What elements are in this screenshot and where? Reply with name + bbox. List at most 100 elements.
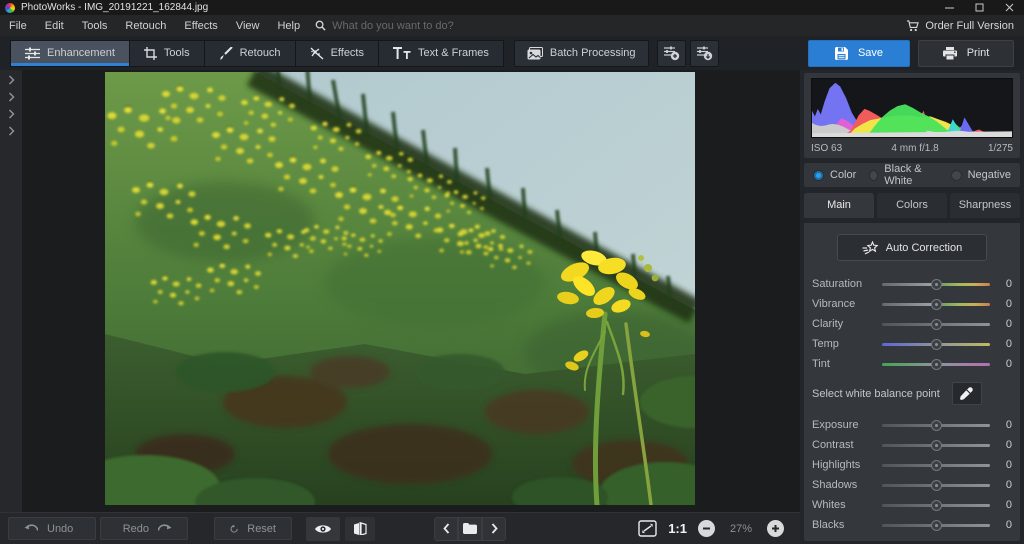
menu-item[interactable]: View <box>227 20 269 32</box>
panel-tabs: MainColorsSharpness <box>804 193 1020 218</box>
menu-item[interactable]: Retouch <box>116 20 175 32</box>
expand-chevron-icon[interactable] <box>8 126 15 136</box>
slider-track[interactable] <box>882 459 990 472</box>
slider-value: 0 <box>998 358 1012 370</box>
menu-item[interactable]: Help <box>268 20 309 32</box>
panel-tab[interactable]: Colors <box>877 193 947 218</box>
slider-handle[interactable] <box>931 440 942 451</box>
chevron-left-icon <box>443 523 450 534</box>
tab-effects[interactable]: Effects <box>296 40 379 67</box>
minimize-button[interactable] <box>934 0 964 15</box>
next-photo-button[interactable] <box>482 517 506 541</box>
slider-value: 0 <box>998 479 1012 491</box>
sliders-download-icon <box>696 46 713 61</box>
preset-history-button[interactable] <box>690 40 719 67</box>
previous-photo-button[interactable] <box>434 517 458 541</box>
slider-label: Exposure <box>812 419 882 431</box>
slider-handle[interactable] <box>931 520 942 531</box>
color-mode-radio[interactable]: Black & White <box>869 163 937 187</box>
minus-icon <box>702 524 711 533</box>
slider-handle[interactable] <box>931 339 942 350</box>
white-balance-label: Select white balance point <box>812 388 940 400</box>
open-folder-button[interactable] <box>458 517 482 541</box>
order-full-version-button[interactable]: Order Full Version <box>906 20 1024 32</box>
color-mode-radio[interactable]: Color <box>813 169 856 181</box>
search-icon <box>315 20 326 31</box>
slider-track[interactable] <box>882 298 990 311</box>
menu-item[interactable]: Tools <box>73 20 117 32</box>
cart-icon <box>906 20 919 32</box>
expand-chevron-icon[interactable] <box>8 92 15 102</box>
preview-original-button[interactable] <box>306 517 340 541</box>
tab-enhancement[interactable]: Enhancement <box>10 40 130 67</box>
slider-handle[interactable] <box>931 480 942 491</box>
magic-wand-icon <box>310 47 324 60</box>
zoom-out-button[interactable] <box>698 520 715 537</box>
folder-icon <box>463 523 477 534</box>
plus-icon <box>771 524 780 533</box>
search-box[interactable]: What do you want to do? <box>315 20 454 32</box>
menu-item[interactable]: File <box>0 20 36 32</box>
slider-track[interactable] <box>882 358 990 371</box>
slider-value: 0 <box>998 278 1012 290</box>
sliders-plus-icon <box>663 46 680 61</box>
slider-handle[interactable] <box>931 460 942 471</box>
auto-correction-button[interactable]: Auto Correction <box>837 234 987 261</box>
fit-screen-icon[interactable] <box>638 520 657 537</box>
before-after-compare-button[interactable] <box>345 517 375 541</box>
main-adjustments: Auto Correction Saturation 0 Vibrance <box>804 223 1020 541</box>
panel-tab[interactable]: Main <box>804 193 874 218</box>
save-button[interactable]: Save <box>808 40 910 67</box>
menu-item[interactable]: Effects <box>175 20 226 32</box>
sliders-icon <box>25 47 40 60</box>
histogram-chart <box>811 78 1013 138</box>
slider-value: 0 <box>998 419 1012 431</box>
adjustment-slider-row: Vibrance 0 <box>812 294 1012 314</box>
maximize-button[interactable] <box>964 0 994 15</box>
slider-label: Vibrance <box>812 298 882 310</box>
reset-button[interactable]: Reset <box>214 517 292 540</box>
expand-chevron-icon[interactable] <box>8 75 15 85</box>
slider-handle[interactable] <box>931 359 942 370</box>
tab-retouch[interactable]: Retouch <box>205 40 296 67</box>
redo-button[interactable]: Redo <box>100 517 188 540</box>
slider-handle[interactable] <box>931 299 942 310</box>
tab-text-frames[interactable]: Text & Frames <box>379 40 504 67</box>
slider-label: Clarity <box>812 318 882 330</box>
slider-handle[interactable] <box>931 420 942 431</box>
slider-track[interactable] <box>882 338 990 351</box>
slider-track[interactable] <box>882 439 990 452</box>
menu-item[interactable]: Edit <box>36 20 73 32</box>
color-mode-radio[interactable]: Negative <box>951 169 1011 181</box>
add-preset-button[interactable] <box>657 40 686 67</box>
panel-tab[interactable]: Sharpness <box>950 193 1020 218</box>
zoom-level: 27% <box>726 523 756 535</box>
slider-handle[interactable] <box>931 279 942 290</box>
slider-track[interactable] <box>882 419 990 432</box>
batch-processing-button[interactable]: Batch Processing <box>514 40 649 67</box>
expand-chevron-icon[interactable] <box>8 109 15 119</box>
eye-icon <box>314 523 332 535</box>
undo-button[interactable]: Undo <box>8 517 96 540</box>
zoom-1-1-button[interactable]: 1:1 <box>668 521 687 536</box>
slider-track[interactable] <box>882 318 990 331</box>
slider-label: Contrast <box>812 439 882 451</box>
adjustments-panel: ISO 63 4 mm f/1.8 1/275 Color Black & Wh… <box>800 70 1024 544</box>
slider-handle[interactable] <box>931 319 942 330</box>
slider-label: Saturation <box>812 278 882 290</box>
slider-handle[interactable] <box>931 500 942 511</box>
zoom-in-button[interactable] <box>767 520 784 537</box>
photo-canvas[interactable] <box>22 70 800 512</box>
print-button[interactable]: Print <box>918 40 1014 67</box>
slider-track[interactable] <box>882 479 990 492</box>
slider-track[interactable] <box>882 519 990 532</box>
magic-star-icon <box>862 241 879 255</box>
slider-track[interactable] <box>882 499 990 512</box>
tab-tools[interactable]: Tools <box>130 40 205 67</box>
close-button[interactable] <box>994 0 1024 15</box>
radio-icon <box>951 170 962 181</box>
white-balance-eyedropper-button[interactable] <box>952 382 982 405</box>
slider-track[interactable] <box>882 278 990 291</box>
crop-icon <box>144 47 157 60</box>
zoom-controls: 1:1 27% <box>638 520 792 537</box>
